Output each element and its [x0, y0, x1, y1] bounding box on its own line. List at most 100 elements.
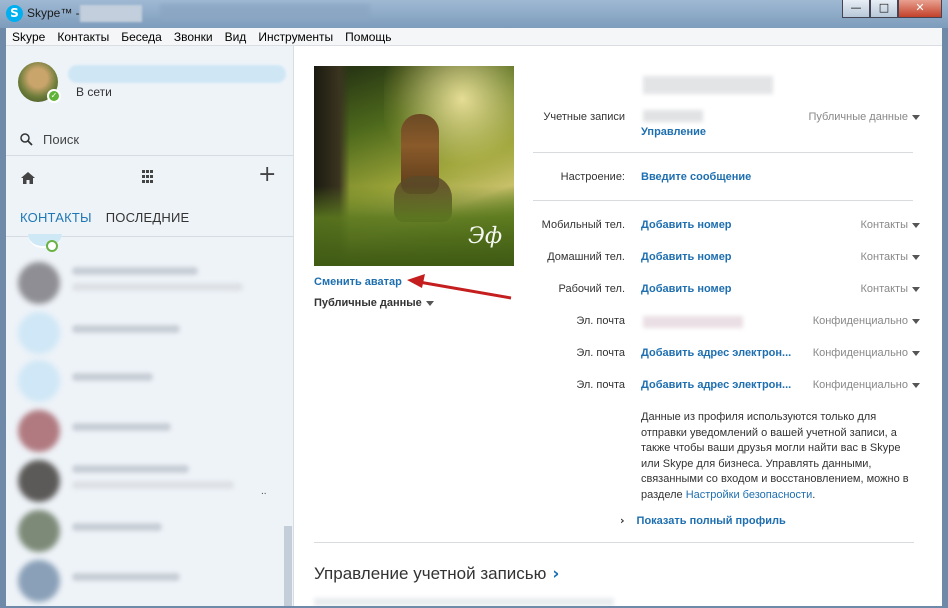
dialpad-icon[interactable] [142, 170, 156, 184]
add-home-phone-link[interactable]: Добавить номер [641, 251, 732, 263]
contacts-list: .. [6, 234, 293, 606]
my-status[interactable]: В сети [76, 85, 112, 99]
menu-skype[interactable]: Skype [6, 30, 51, 44]
email-3-privacy-dropdown[interactable]: Конфиденциально [813, 379, 920, 391]
email-2-privacy-dropdown[interactable]: Конфиденциально [813, 347, 920, 359]
list-item[interactable] [18, 508, 278, 554]
maximize-button[interactable]: □ [870, 0, 898, 18]
work-phone-privacy-dropdown[interactable]: Контакты [860, 283, 920, 295]
chevron-down-icon [912, 382, 920, 388]
list-item[interactable] [18, 558, 278, 604]
mobile-phone-label: Мобильный тел. [541, 219, 625, 231]
privacy-label: Конфиденциально [812, 315, 908, 327]
accounts-privacy-label: Публичные данные [808, 111, 909, 123]
account-redacted [643, 110, 703, 122]
menu-conversation[interactable]: Беседа [115, 30, 168, 44]
email-label-3: Эл. почта [576, 379, 625, 391]
online-status-icon[interactable]: ✓ [47, 89, 61, 103]
contact-avatar [18, 360, 60, 402]
privacy-label: Контакты [860, 219, 908, 231]
content-below-fold [314, 598, 614, 606]
mood-input[interactable]: Введите сообщение [641, 171, 751, 183]
chevron-right-icon: › [620, 514, 625, 527]
close-button[interactable]: ✕ [898, 0, 942, 18]
privacy-note: Данные из профиля используются только дл… [641, 410, 921, 503]
menu-bar: Skype Контакты Беседа Звонки Вид Инструм… [6, 28, 942, 46]
mobile-privacy-dropdown[interactable]: Контакты [860, 219, 920, 231]
show-full-profile-link[interactable]: › Показать полный профиль [620, 514, 786, 527]
privacy-label: Контакты [860, 251, 908, 263]
my-name-redacted[interactable] [68, 65, 286, 83]
window-controls: — □ ✕ [842, 0, 942, 18]
contact-avatar [18, 262, 60, 304]
skype-logo-icon: S [6, 5, 23, 22]
menu-tools[interactable]: Инструменты [252, 30, 339, 44]
menu-view[interactable]: Вид [219, 30, 253, 44]
profile-panel: Эф Сменить аватар Публичные данные Учетн… [295, 46, 942, 606]
email-label: Эл. почта [576, 315, 625, 327]
profile-name-redacted [643, 76, 773, 94]
menu-help[interactable]: Помощь [339, 30, 397, 44]
list-item[interactable] [18, 260, 278, 306]
add-email-link-2[interactable]: Добавить адрес электрон... [641, 379, 791, 391]
minimize-button[interactable]: — [842, 0, 870, 18]
change-avatar-link[interactable]: Сменить аватар [314, 276, 402, 288]
divider [6, 155, 293, 156]
mood-label: Настроение: [560, 171, 625, 183]
privacy-note-text: Данные из профиля используются только дл… [641, 411, 909, 501]
chevron-down-icon [912, 254, 920, 260]
privacy-label: Контакты [860, 283, 908, 295]
profile-photo[interactable]: Эф [314, 66, 514, 266]
sidebar-scrollbar[interactable] [284, 526, 292, 606]
add-email-link[interactable]: Добавить адрес электрон... [641, 347, 791, 359]
accounts-label: Учетные записи [543, 111, 625, 123]
title-bar: S Skype™ - — □ ✕ [0, 0, 948, 28]
privacy-note-end: . [812, 488, 816, 501]
email-privacy-dropdown[interactable]: Конфиденциально [813, 315, 920, 327]
tab-contacts[interactable]: КОНТАКТЫ [20, 210, 92, 225]
chevron-down-icon [912, 350, 920, 356]
list-item[interactable] [18, 358, 278, 404]
home-phone-privacy-dropdown[interactable]: Контакты [860, 251, 920, 263]
tab-recent[interactable]: ПОСЛЕДНИЕ [106, 210, 190, 225]
security-settings-link[interactable]: Настройки безопасности [686, 489, 813, 501]
divider [533, 200, 913, 201]
divider [314, 542, 914, 543]
add-mobile-link[interactable]: Добавить номер [641, 219, 732, 231]
chevron-right-icon: › [552, 564, 560, 584]
chevron-down-icon [912, 318, 920, 324]
sidebar-tabs: КОНТАКТЫ ПОСЛЕДНИЕ [20, 210, 189, 225]
home-phone-label: Домашний тел. [547, 251, 625, 263]
account-management-label: Управление учетной записью [314, 564, 547, 583]
add-work-phone-link[interactable]: Добавить номер [641, 283, 732, 295]
list-item[interactable] [18, 310, 278, 356]
chevron-down-icon [912, 286, 920, 292]
contact-status-icon [46, 240, 58, 252]
accounts-privacy-dropdown[interactable]: Публичные данные [808, 111, 920, 123]
chevron-down-icon [912, 114, 920, 120]
menu-contacts[interactable]: Контакты [51, 30, 115, 44]
plus-icon[interactable]: + [258, 164, 276, 186]
toolbar-ghost [160, 4, 370, 20]
show-full-profile-label: Показать полный профиль [636, 515, 786, 527]
window-title-redacted [80, 5, 142, 22]
account-management-heading[interactable]: Управление учетной записью › [314, 564, 559, 584]
list-item[interactable] [18, 458, 278, 504]
contact-avatar [18, 460, 60, 502]
privacy-label: Конфиденциально [812, 379, 908, 391]
email-redacted[interactable] [643, 316, 743, 328]
search-row[interactable]: Поиск [20, 130, 79, 148]
work-phone-label: Рабочий тел. [558, 283, 625, 295]
contact-avatar [18, 560, 60, 602]
home-icon[interactable] [20, 170, 36, 186]
manage-link[interactable]: Управление [641, 126, 706, 138]
contact-avatar [18, 410, 60, 452]
more-dots[interactable]: .. [261, 486, 267, 497]
menu-calls[interactable]: Звонки [168, 30, 219, 44]
divider [533, 152, 913, 153]
annotation-arrow-icon [407, 274, 512, 300]
privacy-label: Конфиденциально [812, 347, 908, 359]
contact-avatar [18, 510, 60, 552]
sidebar: ✓ В сети Поиск + КОНТАКТЫ ПОСЛЕДНИЕ .. [6, 46, 294, 606]
list-item[interactable] [18, 408, 278, 454]
